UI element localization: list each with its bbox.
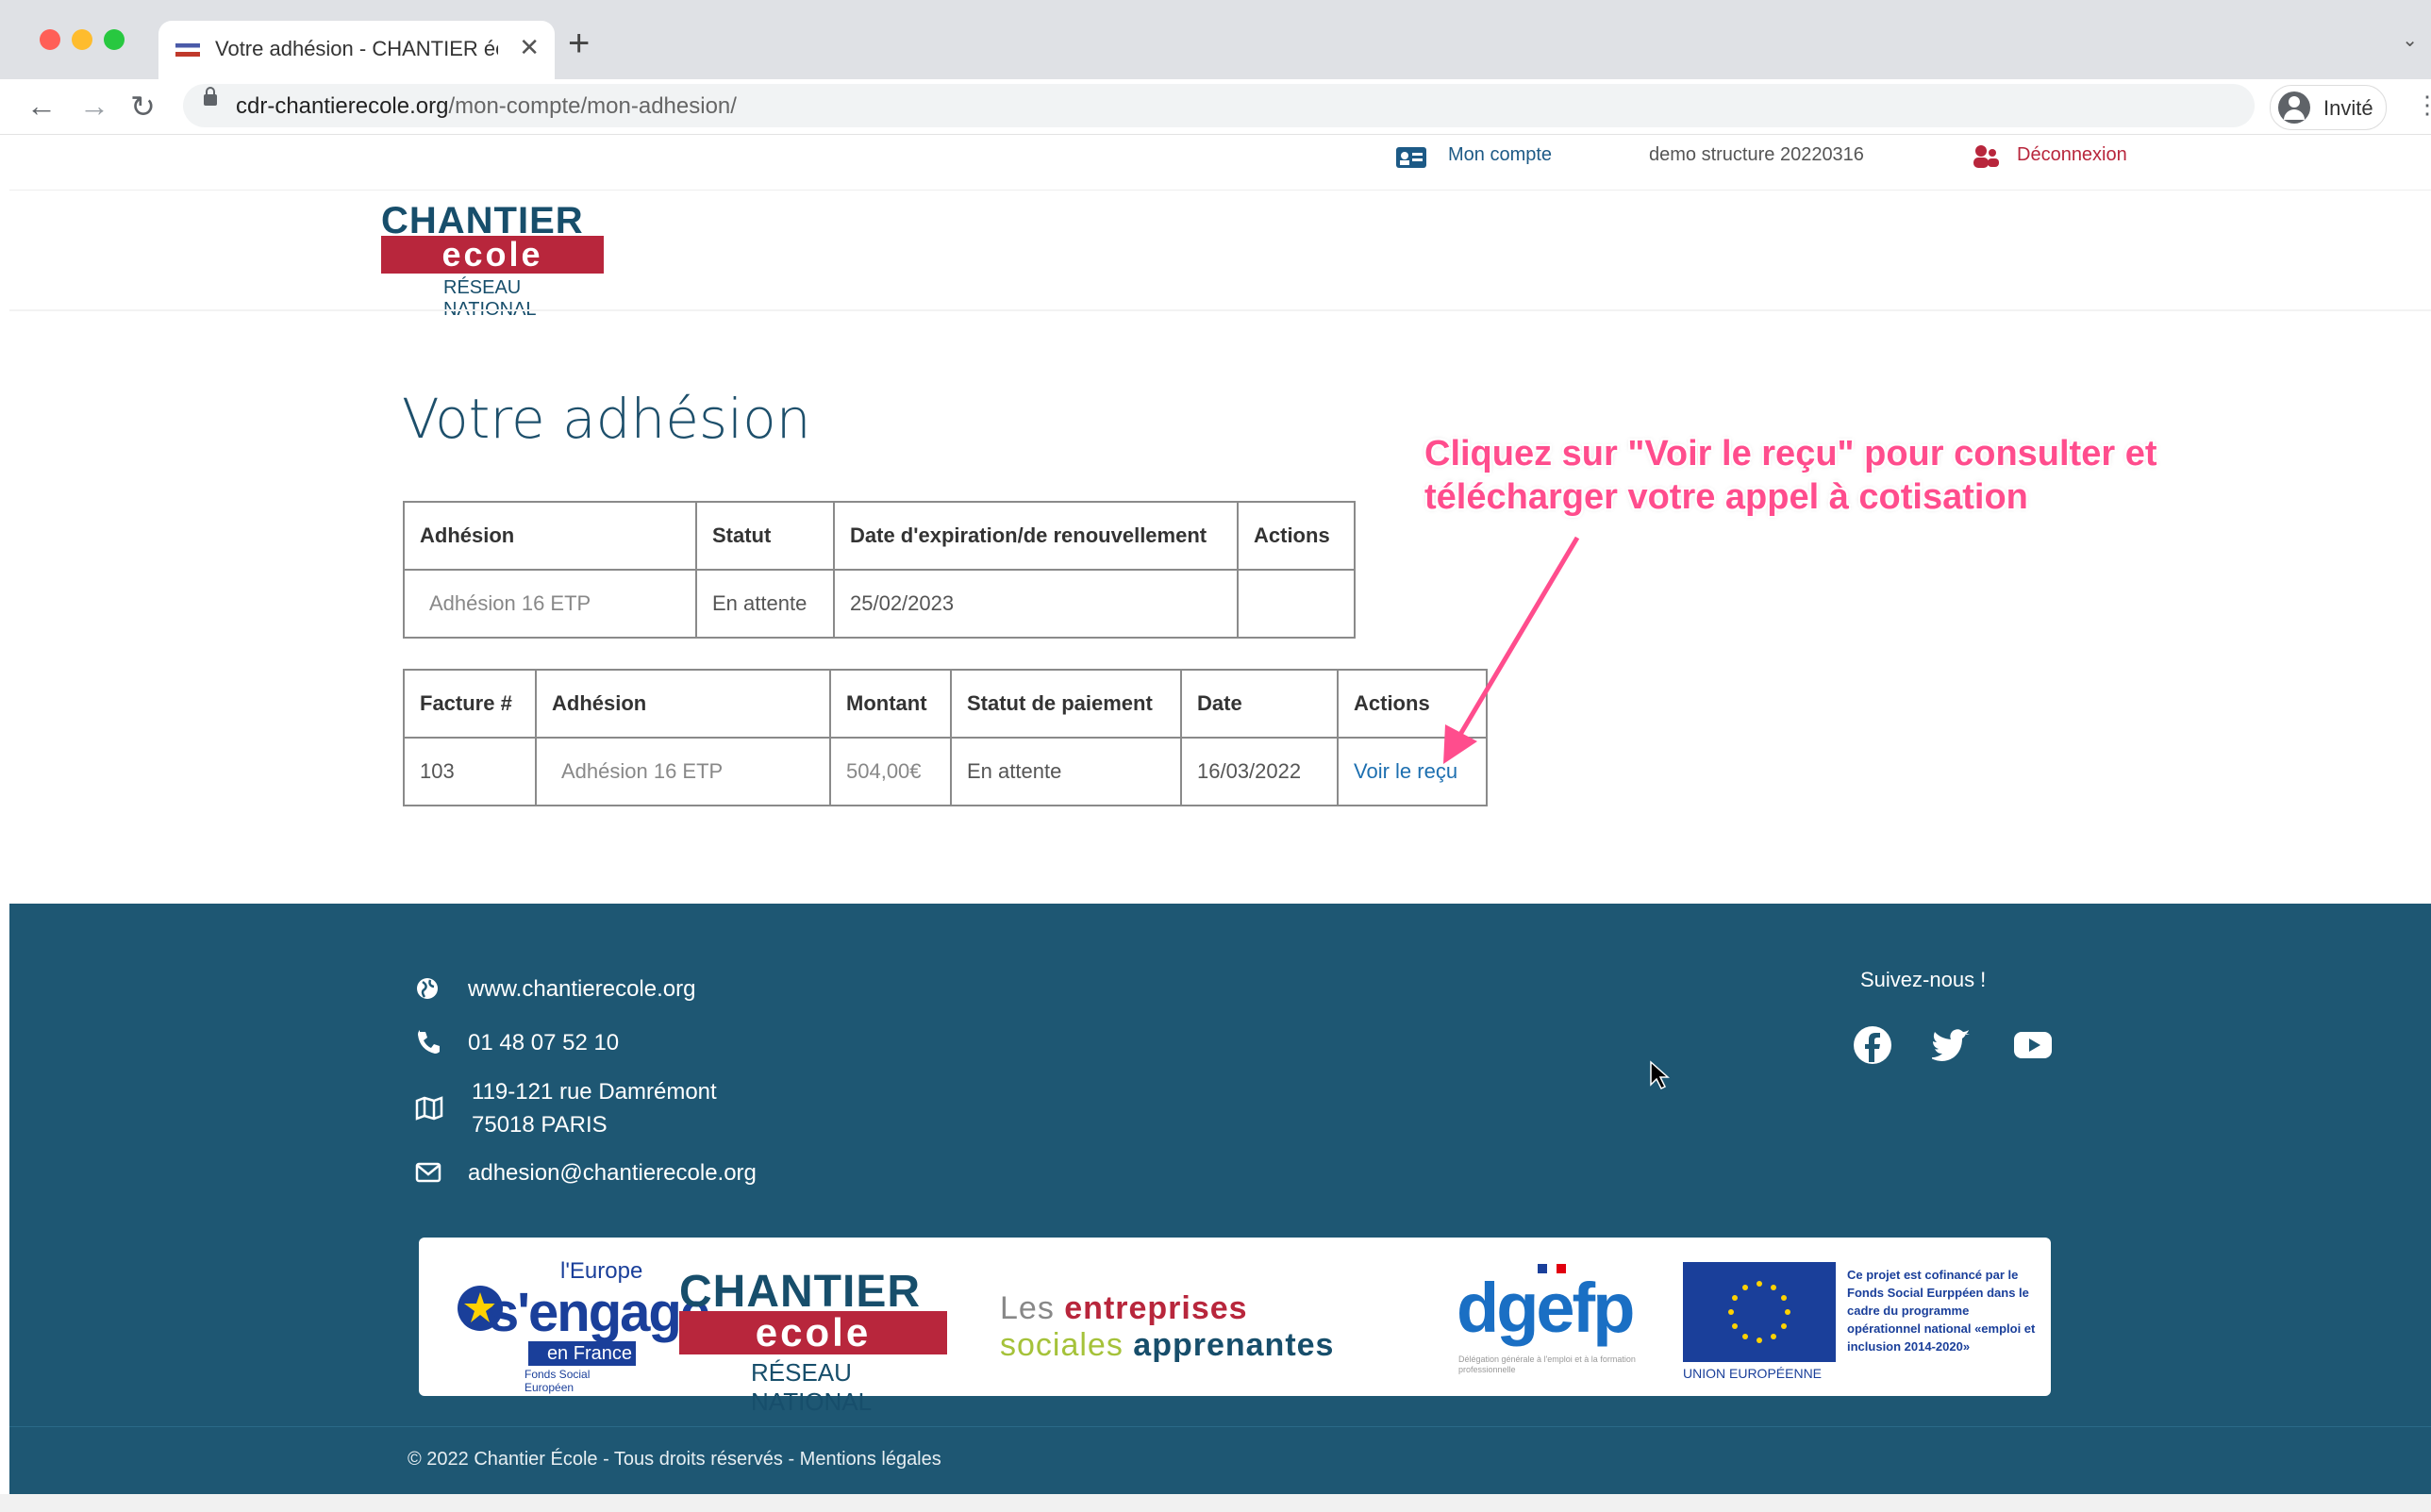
youtube-icon[interactable] xyxy=(2012,1024,2054,1066)
membership-name: Adhésion 16 ETP xyxy=(403,569,697,639)
membership-actions xyxy=(1237,569,1356,639)
profile-label: Invité xyxy=(2323,96,2373,120)
chantier-ecole-logo[interactable]: CHANTIER ecole RÉSEAU NATIONAL xyxy=(381,200,604,320)
page-bottom-edge xyxy=(0,1494,2431,1512)
header-divider xyxy=(9,309,2431,311)
close-tab-icon[interactable]: ✕ xyxy=(519,33,540,62)
favicon-icon xyxy=(175,43,200,57)
twitter-icon[interactable] xyxy=(1932,1024,1973,1066)
mouse-cursor-icon xyxy=(1650,1060,1670,1090)
maximize-window-button[interactable] xyxy=(104,29,125,50)
logout-link[interactable]: Déconnexion xyxy=(2017,144,2127,166)
email-link[interactable]: adhesion@chantierecole.org xyxy=(468,1160,757,1187)
page-title: Votre adhésion xyxy=(402,387,811,451)
site-top-bar: Mon compte demo structure 20220316 Décon… xyxy=(9,135,2431,191)
invoice-payment-status: En attente xyxy=(950,737,1182,806)
tab-title: Votre adhésion - CHANTIER éc xyxy=(215,37,498,60)
tab-search-chevron-icon[interactable]: ⌄ xyxy=(2402,28,2418,52)
address-line-1: 119-121 rue Damrémont xyxy=(472,1079,717,1105)
dgefp-logo: dgefp Délégation générale à l'emploi et … xyxy=(1457,1264,1645,1387)
partners-banner: l'Europe s'engage en France Fonds Social… xyxy=(419,1238,2051,1416)
address-line-2: 75018 PARIS xyxy=(472,1112,608,1138)
column-header: Montant xyxy=(829,669,952,739)
membership-expiration: 25/02/2023 xyxy=(833,569,1239,639)
table-header-row: Facture # Adhésion Montant Statut de pai… xyxy=(403,669,1488,739)
globe-icon xyxy=(417,978,438,999)
entreprises-sociales-apprenantes-logo: Les entreprises sociales apprenantes xyxy=(1000,1290,1335,1363)
forward-icon[interactable]: → xyxy=(79,89,109,124)
copyright-bar xyxy=(9,1426,2431,1495)
column-header: Adhésion xyxy=(535,669,831,739)
column-header: Date xyxy=(1180,669,1339,739)
column-header: Actions xyxy=(1237,501,1356,571)
column-header: Adhésion xyxy=(403,501,697,571)
url-text: cdr-chantierecole.org/mon-compte/mon-adh… xyxy=(236,93,737,119)
column-header: Statut de paiement xyxy=(950,669,1182,739)
users-icon xyxy=(1973,145,1999,168)
membership-status: En attente xyxy=(695,569,835,639)
id-card-icon xyxy=(1396,147,1426,168)
invoice-date: 16/03/2022 xyxy=(1180,737,1339,806)
column-header: Date d'expiration/de renouvellement xyxy=(833,501,1239,571)
chantier-ecole-partner-logo: CHANTIER ecole RÉSEAU NATIONAL xyxy=(679,1266,953,1416)
tutorial-annotation: Cliquez sur "Voir le reçu" pour consulte… xyxy=(1424,434,2157,517)
column-header: Statut xyxy=(695,501,835,571)
invoice-number: 103 xyxy=(403,737,537,806)
invoice-table: Facture # Adhésion Montant Statut de pai… xyxy=(403,669,1488,806)
eu-flag-icon xyxy=(1683,1262,1836,1362)
invoice-amount: 504,00€ xyxy=(829,737,952,806)
website-link[interactable]: www.chantierecole.org xyxy=(468,976,695,1003)
facebook-icon[interactable] xyxy=(1852,1024,1893,1066)
table-header-row: Adhésion Statut Date d'expiration/de ren… xyxy=(403,501,1356,571)
membership-table: Adhésion Statut Date d'expiration/de ren… xyxy=(403,501,1356,639)
phone-number: 01 48 07 52 10 xyxy=(468,1030,620,1055)
table-row: Adhésion 16 ETP En attente 25/02/2023 xyxy=(403,569,1356,639)
invoice-membership: Adhésion 16 ETP xyxy=(535,737,831,806)
back-icon[interactable]: ← xyxy=(26,89,57,124)
envelope-icon xyxy=(415,1162,441,1183)
avatar-icon xyxy=(2278,91,2310,124)
address-bar[interactable]: cdr-chantierecole.org/mon-compte/mon-adh… xyxy=(183,84,2255,127)
profile-button[interactable]: Invité xyxy=(2270,85,2387,130)
eu-funding-text: Ce projet est cofinancé par le Fonds Soc… xyxy=(1847,1268,2036,1354)
browser-tab[interactable]: Votre adhésion - CHANTIER éc ✕ xyxy=(158,21,555,79)
structure-name: demo structure 20220316 xyxy=(1649,144,1864,165)
eu-flag-logo: UNION EUROPÉENNE xyxy=(1683,1262,1836,1381)
lock-icon xyxy=(204,87,217,106)
table-row: 103 Adhésion 16 ETP 504,00€ En attente 1… xyxy=(403,737,1488,806)
browser-toolbar: ← → ↻ cdr-chantierecole.org/mon-compte/m… xyxy=(0,79,2431,135)
map-icon xyxy=(415,1096,443,1121)
new-tab-button[interactable]: + xyxy=(568,23,590,65)
column-header: Facture # xyxy=(403,669,537,739)
minimize-window-button[interactable] xyxy=(72,29,92,50)
reload-icon[interactable]: ↻ xyxy=(130,89,156,125)
europe-engage-logo: l'Europe s'engage en France Fonds Social… xyxy=(438,1258,710,1394)
browser-menu-icon[interactable]: ⋮ xyxy=(2415,91,2431,120)
close-window-button[interactable] xyxy=(40,29,60,50)
annotation-arrow-icon xyxy=(1443,536,1580,764)
follow-us-label: Suivez-nous ! xyxy=(1860,968,1987,991)
phone-icon xyxy=(418,1030,440,1054)
copyright-text: © 2022 Chantier École - Tous droits rése… xyxy=(408,1449,941,1470)
my-account-link[interactable]: Mon compte xyxy=(1448,144,1552,166)
